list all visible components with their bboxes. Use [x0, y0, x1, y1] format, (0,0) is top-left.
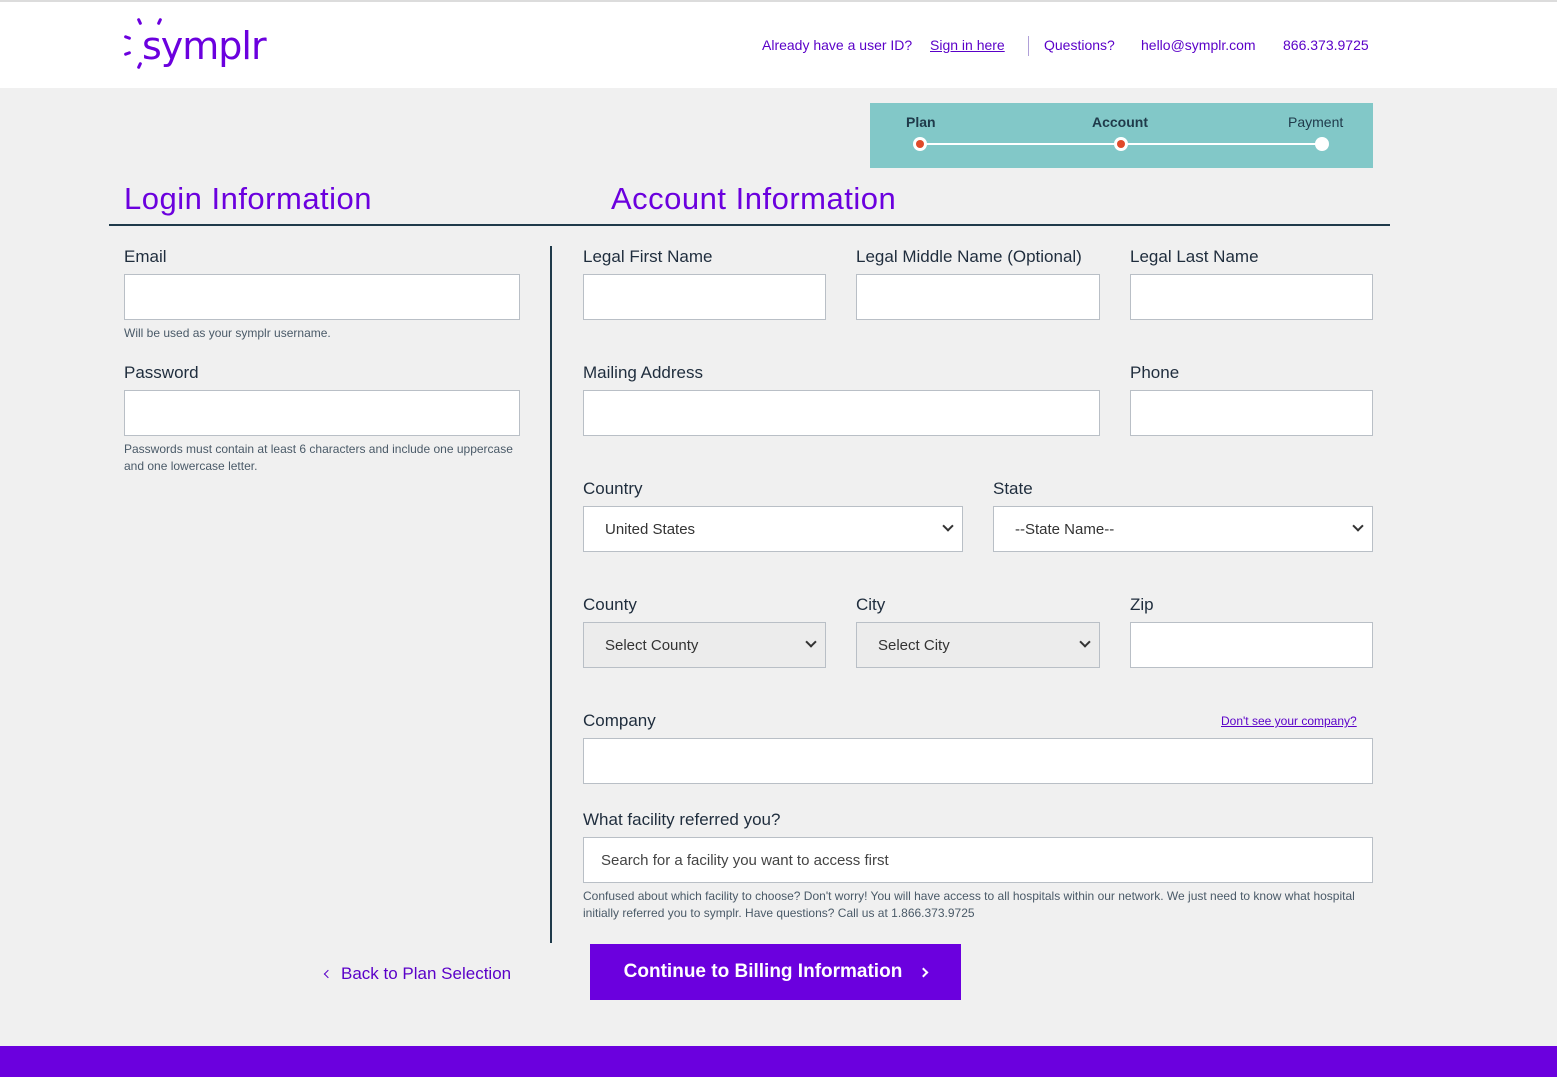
step-account-dot	[1114, 137, 1128, 151]
chevron-down-icon	[1352, 520, 1364, 532]
facility-label: What facility referred you?	[583, 810, 781, 829]
city-select[interactable]: Select City	[856, 622, 1100, 668]
county-select[interactable]: Select County	[583, 622, 826, 668]
facility-help-text: Confused about which facility to choose?…	[583, 889, 1355, 920]
dont-see-company-link[interactable]: Don't see your company?	[1221, 714, 1357, 728]
middle-name-input[interactable]	[856, 274, 1100, 320]
mailing-address-input[interactable]	[583, 390, 1100, 436]
company-input[interactable]	[583, 738, 1373, 784]
site-header: symplr Already have a user ID? Sign in h…	[0, 2, 1557, 88]
state-selected-value: --State Name--	[1015, 520, 1115, 538]
chevron-down-icon	[942, 520, 954, 532]
contact-phone-link[interactable]: 866.373.9725	[1283, 37, 1369, 53]
country-selected-value: United States	[605, 520, 696, 538]
country-label: Country	[583, 479, 643, 498]
country-select[interactable]: United States	[583, 506, 963, 552]
zip-label: Zip	[1130, 595, 1154, 614]
progress-stepper: Plan Account Payment	[870, 103, 1373, 168]
chevron-down-icon	[805, 636, 817, 648]
password-help-text: Passwords must contain at least 6 charac…	[124, 442, 513, 473]
step-plan-dot	[913, 137, 927, 151]
password-label: Password	[124, 363, 199, 382]
mailing-address-label: Mailing Address	[583, 363, 704, 382]
middle-name-label: Legal Middle Name (Optional)	[856, 247, 1082, 266]
first-name-input[interactable]	[583, 274, 826, 320]
company-label: Company	[583, 711, 656, 730]
city-label: City	[856, 595, 886, 614]
email-label: Email	[124, 247, 167, 266]
last-name-input[interactable]	[1130, 274, 1373, 320]
section-title-rule	[109, 224, 1390, 226]
step-plan-label: Plan	[906, 114, 936, 130]
questions-text: Questions?	[1044, 37, 1115, 53]
step-payment-label: Payment	[1288, 114, 1344, 130]
account-section-title: Account Information	[611, 181, 897, 216]
nav-divider	[1028, 36, 1029, 56]
facility-search-input[interactable]	[583, 837, 1373, 883]
last-name-label: Legal Last Name	[1130, 247, 1259, 266]
county-label: County	[583, 595, 637, 614]
password-input[interactable]	[124, 390, 520, 436]
chevron-right-icon	[918, 967, 929, 977]
phone-label: Phone	[1130, 363, 1180, 382]
top-navigation: Already have a user ID? Sign in here Que…	[0, 37, 1374, 57]
county-selected-value: Select County	[605, 636, 699, 654]
contact-email-link[interactable]: hello@symplr.com	[1141, 37, 1256, 53]
back-to-plan-link[interactable]: Back to Plan Selection	[323, 964, 512, 984]
chevron-left-icon	[323, 969, 333, 979]
have-user-id-text: Already have a user ID?	[762, 37, 913, 53]
chevron-down-icon	[1079, 636, 1091, 648]
email-help-text: Will be used as your symplr username.	[124, 326, 331, 340]
first-name-label: Legal First Name	[583, 247, 713, 266]
site-footer	[0, 1046, 1557, 1077]
state-label: State	[993, 479, 1033, 498]
sign-in-link[interactable]: Sign in here	[930, 37, 1005, 53]
column-divider	[550, 246, 552, 943]
continue-button-label: Continue to Billing Information	[623, 961, 903, 982]
continue-to-billing-button[interactable]: Continue to Billing Information	[590, 944, 961, 1000]
login-section-title: Login Information	[124, 181, 373, 216]
back-link-label: Back to Plan Selection	[341, 964, 512, 983]
step-account-label: Account	[1092, 114, 1148, 130]
zip-input[interactable]	[1130, 622, 1373, 668]
phone-input[interactable]	[1130, 390, 1373, 436]
city-selected-value: Select City	[878, 636, 950, 654]
email-input[interactable]	[124, 274, 520, 320]
step-payment-dot	[1315, 137, 1329, 151]
state-select[interactable]: --State Name--	[993, 506, 1373, 552]
